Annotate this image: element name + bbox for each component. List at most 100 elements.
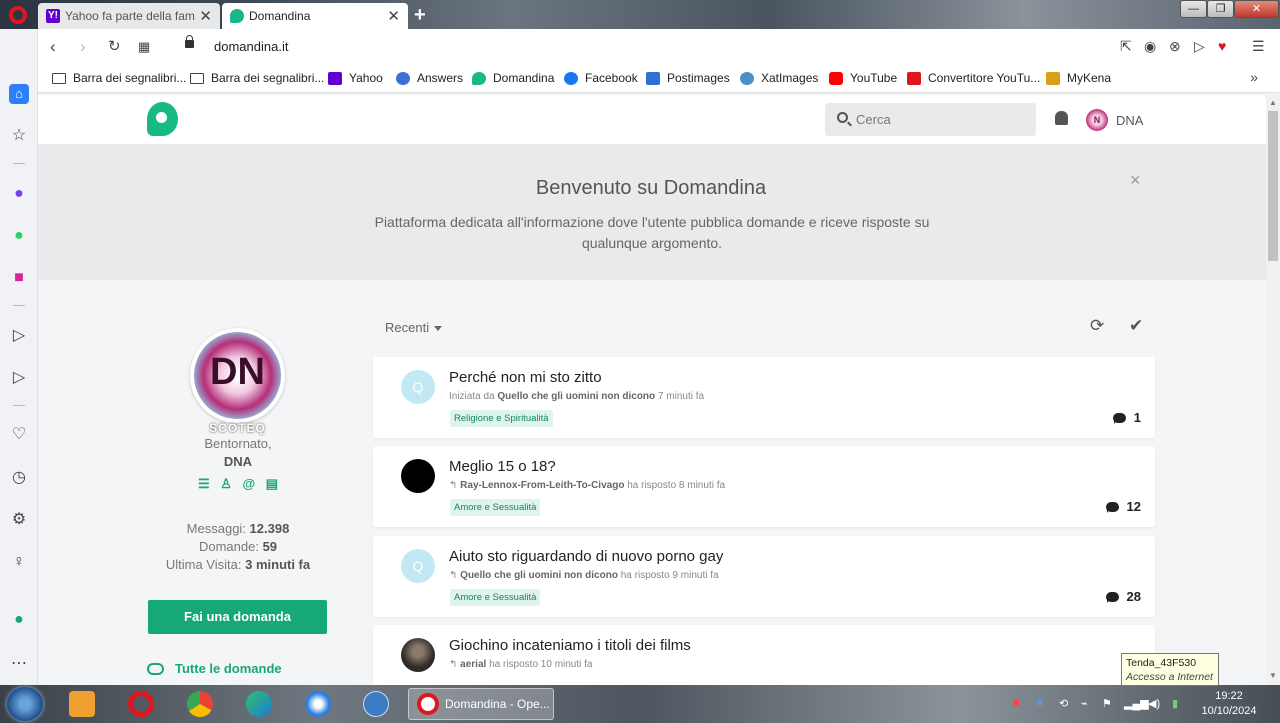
taskbar-qbittorrent[interactable] (356, 688, 396, 720)
bookmark-item[interactable]: XatImages (740, 71, 818, 85)
avatar[interactable]: N (1086, 109, 1108, 131)
topic-author[interactable]: Quello che gli uomini non dicono (497, 391, 655, 402)
list-icon[interactable]: ☰ (198, 476, 210, 492)
at-icon[interactable]: @ (242, 476, 255, 492)
heart-icon[interactable]: ♥ (1218, 38, 1226, 54)
all-questions-link[interactable]: Tutte le domande (147, 661, 282, 676)
star-icon[interactable]: ☆ (9, 126, 29, 146)
lock-icon[interactable] (185, 35, 194, 48)
user-icon[interactable]: ♙ (220, 476, 232, 492)
news-icon[interactable]: ▤ (266, 476, 278, 492)
sync-tray-icon[interactable]: ⟲ (1059, 697, 1068, 710)
url-field[interactable]: domandina.it (214, 39, 288, 54)
back-icon[interactable]: ‹ (50, 37, 56, 57)
refresh-icon[interactable]: ⟳ (1090, 316, 1104, 336)
bookmark-item[interactable]: Barra dei segnalibri... (52, 71, 186, 85)
user-name[interactable]: DNA (1116, 113, 1143, 128)
tab-close-icon[interactable]: ✕ (199, 7, 212, 25)
bookmark-item[interactable]: Barra dei segnalibri... (190, 71, 324, 85)
taskbar-media-player[interactable] (62, 688, 102, 720)
tab-close-icon[interactable]: ✕ (387, 7, 400, 25)
bookmark-item[interactable]: Yahoo (328, 71, 383, 85)
bell-icon[interactable] (1055, 111, 1068, 125)
scroll-down-icon[interactable]: ▼ (1269, 671, 1277, 680)
domandina-logo[interactable] (147, 102, 178, 136)
bookmark-item[interactable]: Answers (396, 71, 463, 85)
bookmark-item[interactable]: Convertitore YouTu... (907, 71, 1040, 85)
bookmark-item[interactable]: Domandina (472, 71, 554, 85)
bookmark-item[interactable]: Postimages (646, 71, 730, 85)
history-icon[interactable]: ◷ (9, 468, 29, 488)
profile-name[interactable]: DNA (138, 454, 338, 469)
topic-card[interactable]: Meglio 15 o 18? ↰ Ray-Lennox-From-Leith-… (373, 446, 1155, 527)
category-tag[interactable]: Religione e Spiritualità (450, 410, 553, 427)
opera-menu-icon[interactable] (9, 6, 27, 24)
bookmark-item[interactable]: MyKena (1046, 71, 1111, 85)
bookmark-item[interactable]: Facebook (564, 71, 638, 85)
heart-icon[interactable]: ♡ (9, 425, 29, 445)
power-tray-icon[interactable]: ▮ (1172, 697, 1178, 710)
settings-icon[interactable]: ⚙ (9, 510, 29, 530)
category-tag[interactable]: Amore e Sessualità (450, 499, 541, 516)
taskbar-active-window[interactable]: Domandina - Ope... (408, 688, 554, 720)
volume-tray-icon[interactable]: ◀) (1148, 697, 1160, 710)
network-tray-icon[interactable]: ⌁ (1081, 697, 1088, 710)
send-icon[interactable]: ▷ (1194, 38, 1205, 55)
adblock-icon[interactable]: ⊗ (1169, 38, 1181, 55)
bookmarks-more-icon[interactable]: » (1250, 69, 1258, 85)
bookmark-item[interactable]: YouTube (829, 71, 897, 85)
more-icon[interactable]: ⋯ (9, 654, 29, 674)
share-icon[interactable]: ⇱ (1120, 38, 1132, 55)
send-icon[interactable]: ▷ (9, 368, 29, 388)
instagram-icon[interactable]: ■ (9, 268, 29, 288)
topic-author[interactable]: aerial (460, 659, 486, 670)
topic-author[interactable]: Quello che gli uomini non dicono (460, 570, 618, 581)
forward-icon[interactable]: › (80, 37, 86, 57)
page-scrollbar[interactable]: ▲ ▼ (1266, 95, 1280, 685)
taskbar-opera[interactable] (121, 688, 161, 720)
minimize-button[interactable]: — (1180, 0, 1207, 18)
maximize-button[interactable]: ❐ (1207, 0, 1234, 18)
whatsapp-icon[interactable]: ● (9, 226, 29, 246)
close-icon[interactable]: × (1130, 170, 1141, 191)
topic-author[interactable]: Ray-Lennox-From-Leith-To-Civago (460, 480, 624, 491)
easy-setup-icon[interactable]: ☰ (1252, 38, 1265, 55)
topic-title[interactable]: Aiuto sto riguardando di nuovo porno gay (449, 548, 723, 565)
category-tag[interactable]: Amore e Sessualità (450, 589, 541, 606)
player-icon[interactable]: ▷ (9, 326, 29, 346)
system-clock[interactable]: 19:22 10/10/2024 (1196, 689, 1262, 719)
lightbulb-icon[interactable]: ♀ (9, 552, 29, 572)
signal-tray-icon[interactable]: ▂▄▆ (1124, 697, 1149, 710)
tab-yahoo[interactable]: Y! Yahoo fa parte della famiglia ✕ (38, 3, 220, 29)
taskbar-chrome[interactable] (180, 688, 220, 720)
start-button[interactable] (7, 687, 43, 721)
aria-icon[interactable]: ● (9, 610, 29, 630)
search-box[interactable]: Cerca (825, 103, 1036, 136)
new-tab-button[interactable]: + (414, 4, 426, 27)
antivirus-tray-icon[interactable]: ■ (1013, 697, 1020, 709)
tabs-grid-icon[interactable]: ▦ (138, 39, 150, 55)
home-icon[interactable]: ⌂ (9, 84, 29, 104)
ask-question-button[interactable]: Fai una domanda (148, 600, 327, 634)
topic-card[interactable]: Q Perché non mi sto zitto Iniziata da Qu… (373, 357, 1155, 438)
mark-read-icon[interactable]: ✔ (1129, 316, 1143, 336)
tab-domandina[interactable]: Domandina ✕ (222, 3, 408, 29)
topic-title[interactable]: Perché non mi sto zitto (449, 369, 602, 386)
taskbar-thunderbird[interactable] (298, 688, 338, 720)
topic-title[interactable]: Giochino incateniamo i titoli dei films (449, 637, 691, 654)
scroll-up-icon[interactable]: ▲ (1269, 98, 1277, 107)
search-input[interactable]: Cerca (856, 112, 891, 127)
bluetooth-tray-icon[interactable]: ʙ (1037, 697, 1043, 709)
profile-avatar[interactable]: DN SCOTEQ (190, 328, 285, 435)
topic-title[interactable]: Meglio 15 o 18? (449, 458, 556, 475)
topic-card[interactable]: Giochino incateniamo i titoli dei films … (373, 625, 1155, 685)
flag-tray-icon[interactable]: ⚑ (1102, 697, 1112, 710)
messenger-icon[interactable]: ● (9, 184, 29, 204)
topic-card[interactable]: Q Aiuto sto riguardando di nuovo porno g… (373, 536, 1155, 617)
scroll-thumb[interactable] (1268, 111, 1278, 261)
sort-dropdown[interactable]: Recenti (385, 320, 443, 335)
taskbar-edge[interactable] (239, 688, 279, 720)
camera-icon[interactable]: ◉ (1144, 38, 1156, 55)
close-window-button[interactable]: ✕ (1234, 0, 1279, 18)
reload-icon[interactable]: ↻ (108, 37, 121, 55)
